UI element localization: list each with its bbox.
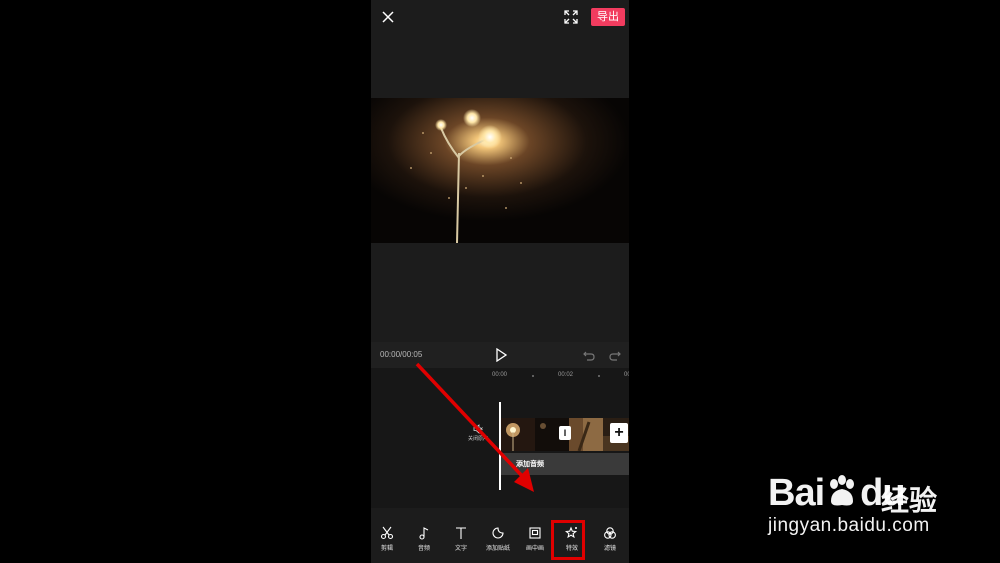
baidu-logo-text: Bai bbox=[768, 472, 825, 514]
baidu-jingyan-watermark: Bai du 经验 jingyan.baidu.com bbox=[764, 455, 994, 545]
watermark-url: jingyan.baidu.com bbox=[768, 515, 930, 536]
paw-icon bbox=[830, 475, 855, 506]
jingyan-text: 经验 bbox=[881, 485, 938, 516]
